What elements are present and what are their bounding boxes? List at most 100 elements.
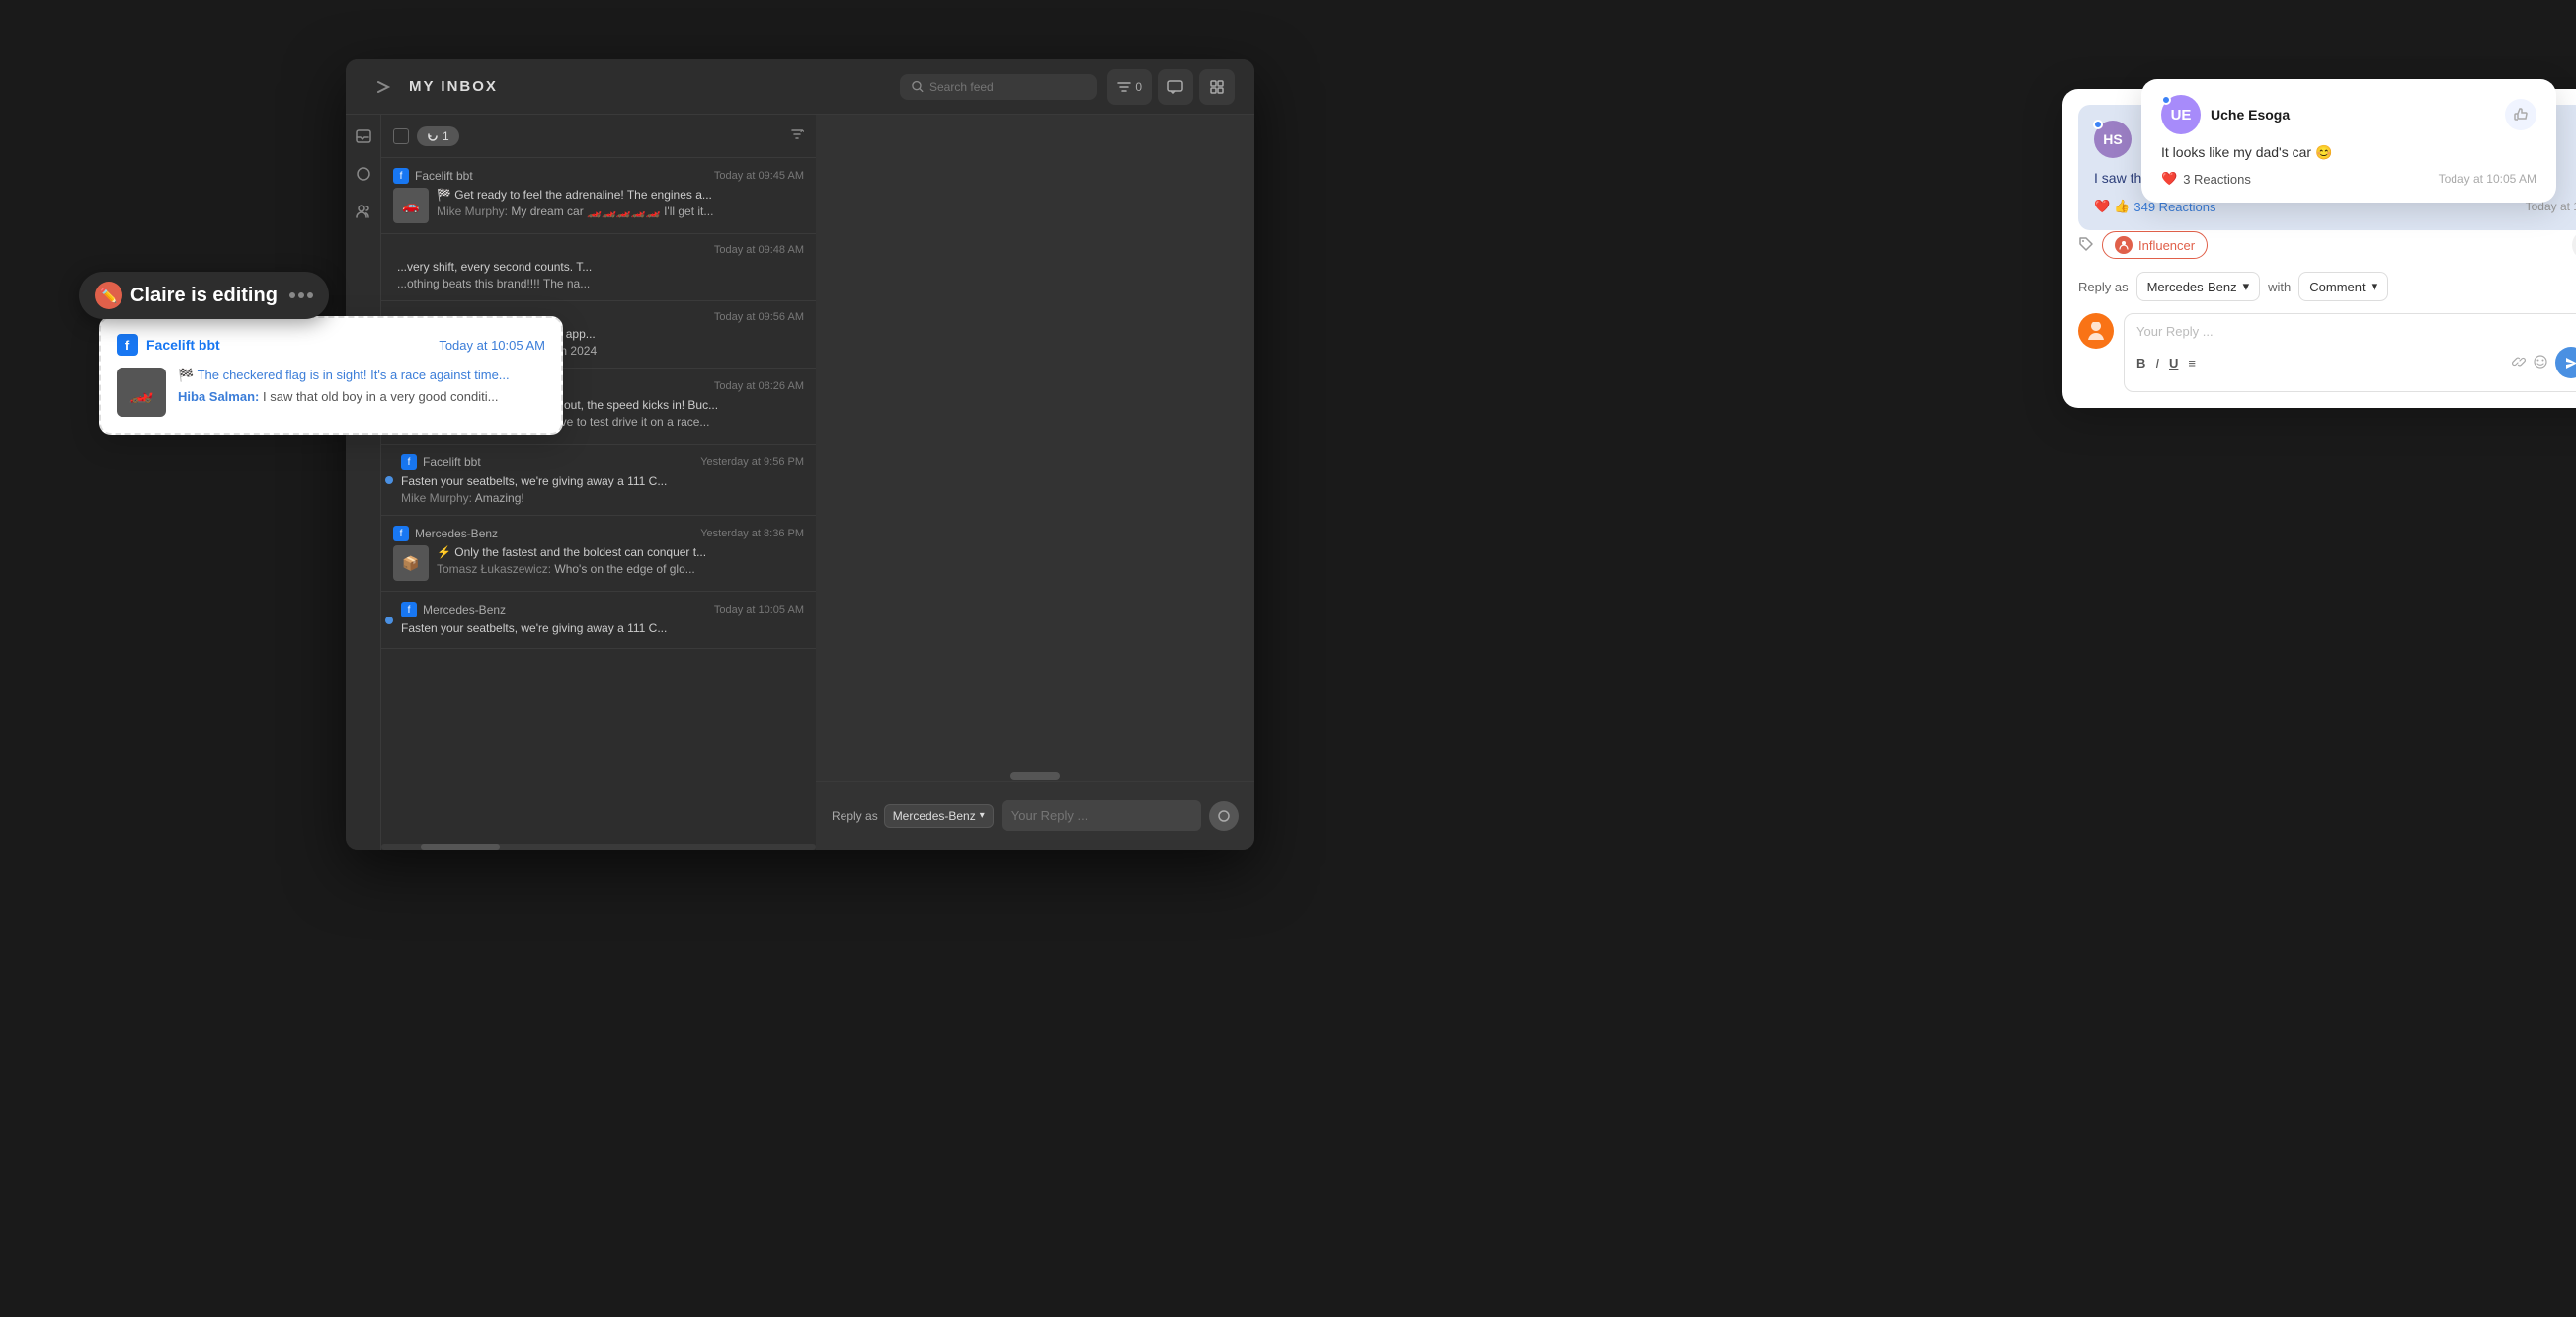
influencer-tag[interactable]: Influencer bbox=[2102, 231, 2208, 259]
heart-react-icon: ❤️ bbox=[2094, 199, 2110, 214]
sidebar-circle-icon[interactable] bbox=[354, 164, 373, 184]
post-thumbnail: 📦 bbox=[393, 545, 429, 581]
post-preview-text: ...very shift, every second counts. T... bbox=[397, 260, 804, 274]
notif-header: UE Uche Esoga bbox=[2161, 95, 2536, 134]
editing-text: Claire is editing bbox=[130, 285, 278, 307]
reply-input-dark[interactable] bbox=[1002, 800, 1201, 831]
item-time: Yesterday at 8:36 PM bbox=[700, 528, 804, 539]
account-name: Mercedes-Benz bbox=[415, 527, 694, 540]
comment-type-dropdown[interactable]: Comment ▾ bbox=[2298, 272, 2388, 301]
item-time: Today at 10:05 AM bbox=[714, 604, 804, 616]
sidebar bbox=[346, 115, 381, 850]
facebook-icon: f bbox=[401, 454, 417, 470]
post-preview-text: ⚡ Only the fastest and the boldest can c… bbox=[437, 545, 804, 559]
list-button[interactable]: ≡ bbox=[2188, 356, 2196, 370]
thumbs-up-icon bbox=[2513, 107, 2529, 123]
preview-thumbnail: 🏎️ bbox=[117, 368, 166, 417]
send-icon bbox=[2565, 357, 2576, 370]
emoji-reaction-button[interactable]: ☺ bbox=[2572, 230, 2576, 260]
with-label: with bbox=[2268, 280, 2291, 294]
account-name: Mercedes-Benz bbox=[423, 603, 708, 617]
influencer-tag-label: Influencer bbox=[2138, 238, 2195, 253]
send-button[interactable] bbox=[2555, 347, 2576, 378]
tag-section: Influencer ☺ JK bbox=[2062, 230, 2576, 272]
influencer-icon bbox=[2115, 236, 2133, 254]
reply-as-label-dark: Reply as bbox=[832, 809, 878, 823]
reply-as-value-dark: Mercedes-Benz bbox=[893, 809, 976, 823]
reply-as-select-dark[interactable]: Mercedes-Benz ▾ bbox=[884, 804, 994, 828]
notif-user-name: Uche Esoga bbox=[2211, 107, 2290, 123]
reply-as-dropdown[interactable]: Mercedes-Benz ▾ bbox=[2136, 272, 2261, 301]
comment-preview-text: ...othing beats this brand!!!! The na... bbox=[397, 277, 804, 290]
inbox-area: 1 f Facelift bbt Today at 09:45 AM 🚗 bbox=[381, 115, 816, 850]
inbox-item[interactable]: f Mercedes-Benz Today at 10:05 AM Fasten… bbox=[381, 592, 816, 649]
refresh-icon bbox=[427, 130, 439, 142]
filter-count: 0 bbox=[1135, 80, 1142, 94]
filter-button[interactable]: 0 bbox=[1107, 69, 1152, 105]
comment-preview-text: Mike Murphy: Amazing! bbox=[401, 491, 804, 505]
inbox-item[interactable]: f Mercedes-Benz Yesterday at 8:36 PM 📦 ⚡… bbox=[381, 516, 816, 592]
formatting-toolbar: B I U ≡ bbox=[2136, 347, 2576, 378]
send-icon-dark bbox=[1218, 810, 1230, 822]
right-panel-reply-bar: Reply as Mercedes-Benz ▾ bbox=[816, 781, 1254, 850]
attach-link-button[interactable] bbox=[2512, 355, 2526, 371]
online-dot bbox=[2161, 95, 2171, 105]
preview-comment-text: Hiba Salman: I saw that old boy in a ver… bbox=[178, 389, 545, 404]
unread-indicator bbox=[385, 617, 393, 624]
comment-preview-text: Tomasz Łukaszewicz: Who's on the edge of… bbox=[437, 562, 804, 576]
search-input[interactable] bbox=[929, 80, 1086, 94]
refresh-badge[interactable]: 1 bbox=[417, 126, 459, 146]
notif-reactions: ❤️ 3 Reactions Today at 10:05 AM bbox=[2161, 171, 2536, 187]
collapse-btn[interactable] bbox=[365, 80, 401, 94]
heart-icon: ❤️ bbox=[2161, 171, 2177, 187]
select-all-checkbox[interactable] bbox=[393, 128, 409, 144]
search-icon bbox=[912, 80, 924, 93]
comment-type-value: Comment bbox=[2309, 280, 2365, 294]
italic-button[interactable]: I bbox=[2155, 356, 2159, 370]
send-dark-button[interactable] bbox=[1209, 801, 1239, 831]
grid-icon bbox=[1210, 80, 1224, 94]
notification-card: UE Uche Esoga It looks like my dad's car… bbox=[2141, 79, 2556, 203]
item-time: Today at 09:48 AM bbox=[714, 244, 804, 256]
preview-text-block: 🏁 The checkered flag is in sight! It's a… bbox=[178, 368, 545, 404]
bold-button[interactable]: B bbox=[2136, 356, 2145, 370]
scroll-indicator bbox=[1010, 772, 1060, 780]
reply-placeholder: Your Reply ... bbox=[2136, 324, 2576, 339]
item-time: Yesterday at 9:56 PM bbox=[700, 456, 804, 468]
chat-button[interactable] bbox=[1158, 69, 1193, 105]
reply-user-avatar bbox=[2078, 313, 2114, 349]
inbox-item[interactable]: f Facelift bbt Yesterday at 9:56 PM Fast… bbox=[381, 445, 816, 516]
sort-button[interactable] bbox=[790, 127, 804, 144]
tag-icon bbox=[2078, 236, 2094, 255]
preview-card: f Facelift bbt Today at 10:05 AM 🏎️ 🏁 Th… bbox=[99, 316, 563, 435]
inbox-item[interactable]: f Facelift bbt Today at 09:45 AM 🚗 🏁 Get… bbox=[381, 158, 816, 234]
reaction-count: 3 Reactions bbox=[2183, 172, 2251, 187]
preview-content: 🏎️ 🏁 The checkered flag is in sight! It'… bbox=[117, 368, 545, 417]
inbox-item[interactable]: Today at 09:48 AM ...very shift, every s… bbox=[381, 234, 816, 301]
preview-account-name: Facelift bbt bbox=[146, 337, 431, 353]
notif-avatar: UE bbox=[2161, 95, 2201, 134]
reply-section: Reply as Mercedes-Benz ▾ with Comment ▾ … bbox=[2062, 272, 2576, 408]
chevron-down-icon: ▾ bbox=[2243, 279, 2250, 294]
emoji-picker-button[interactable] bbox=[2534, 355, 2547, 371]
scroll-thumb[interactable] bbox=[421, 844, 500, 850]
sidebar-inbox-icon[interactable] bbox=[354, 126, 373, 146]
scroll-track bbox=[381, 844, 816, 850]
notif-like-button[interactable] bbox=[2505, 99, 2536, 130]
typing-dots bbox=[289, 292, 313, 298]
dot-3 bbox=[307, 292, 313, 298]
sidebar-users-icon[interactable] bbox=[354, 202, 373, 221]
commenter-online-dot bbox=[2093, 120, 2103, 129]
preview-comment-body: I saw that old boy in a very good condit… bbox=[263, 389, 498, 404]
format-icons-right bbox=[2512, 347, 2576, 378]
grid-button[interactable] bbox=[1199, 69, 1235, 105]
preview-card-header: f Facelift bbt Today at 10:05 AM bbox=[117, 334, 545, 356]
search-bar bbox=[900, 74, 1097, 100]
editing-badge: ✏️ Claire is editing bbox=[79, 272, 329, 319]
comment-preview-text: Mike Murphy: My dream car 🏎️🏎️🏎️🏎️🏎️ I'l… bbox=[437, 205, 804, 218]
chat-icon bbox=[1167, 80, 1183, 94]
editing-tooltip: ✏️ Claire is editing bbox=[79, 272, 329, 319]
thumbs-react-icon: 👍 bbox=[2114, 199, 2130, 214]
underline-button[interactable]: U bbox=[2169, 356, 2178, 370]
reply-as-text: Reply as bbox=[2078, 280, 2129, 294]
